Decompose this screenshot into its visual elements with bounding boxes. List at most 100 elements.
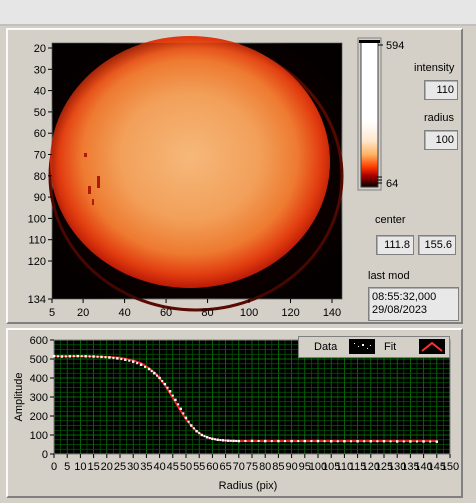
window-top-bar <box>0 0 476 26</box>
last-mod-time: 08:55:32,000 <box>372 291 437 303</box>
data-point <box>422 440 425 443</box>
data-point <box>182 412 185 415</box>
data-point <box>168 390 172 393</box>
data-point <box>211 437 214 440</box>
data-point <box>56 355 59 358</box>
chart-x-tick-label: 45 <box>167 461 179 473</box>
data-point <box>64 355 67 358</box>
data-point <box>244 439 247 442</box>
data-point <box>336 440 339 443</box>
data-point <box>356 440 359 443</box>
data-point <box>235 439 238 442</box>
chart-y-tick-label: 200 <box>30 411 48 423</box>
data-point <box>310 440 313 443</box>
legend-data-label: Data <box>314 341 338 353</box>
chart-x-tick-label: 15 <box>87 461 99 473</box>
center-x-value: 111.8 <box>384 239 410 251</box>
data-point <box>144 365 147 368</box>
data-point <box>155 374 158 377</box>
data-point <box>187 420 190 423</box>
image-y-tick-label: 134 <box>28 294 46 306</box>
colorbar-min-label: 64 <box>386 178 398 190</box>
data-point <box>92 355 95 358</box>
intensity-image-graph[interactable]: 20 30 40 50 60 70 80 90 100 110 120 134 5 20 40 60 80 10… <box>0 36 360 328</box>
image-y-tick-label: 120 <box>28 256 46 268</box>
image-y-tick-label: 40 <box>34 86 46 98</box>
data-point <box>435 440 438 443</box>
data-point <box>257 439 260 442</box>
data-point <box>72 355 75 358</box>
chart-y-tick-label: 500 <box>30 354 48 366</box>
data-point <box>84 355 87 358</box>
data-point <box>214 438 217 441</box>
data-point <box>316 439 320 443</box>
last-mod-label: last mod <box>368 270 410 282</box>
data-point <box>250 439 254 443</box>
chart-x-tick-label: 0 <box>51 461 57 473</box>
data-point <box>429 440 432 443</box>
data-point <box>88 355 91 358</box>
data-point <box>153 372 156 375</box>
data-point <box>237 439 240 443</box>
radius-field[interactable]: 100 <box>424 130 458 150</box>
data-point <box>290 439 293 443</box>
colorbar-max-marker[interactable] <box>359 40 380 43</box>
data-point <box>128 359 131 362</box>
center-x-field[interactable]: 111.8 <box>376 235 414 255</box>
last-mod-field: 08:55:32,000 29/08/2023 <box>368 287 459 321</box>
chart-y-label: Amplitude <box>13 373 25 422</box>
data-point <box>389 440 392 443</box>
data-point <box>60 355 64 358</box>
data-point <box>132 360 135 363</box>
data-point <box>177 403 180 406</box>
image-x-tick-label: 20 <box>77 307 89 319</box>
chart-x-tick-label: 60 <box>206 461 218 473</box>
chart-x-tick-label: 10 <box>74 461 86 473</box>
chart-x-tick-label: 85 <box>272 461 284 473</box>
image-x-tick-label: 5 <box>49 307 55 319</box>
colorbar: 594 64 <box>357 37 404 191</box>
image-x-tick-label: 100 <box>240 307 258 319</box>
image-vignette <box>52 43 342 299</box>
data-point <box>158 376 161 380</box>
data-point <box>166 386 169 389</box>
center-y-value: 155.6 <box>424 239 452 251</box>
data-point <box>124 358 127 361</box>
data-point <box>198 432 201 435</box>
image-y-tick-label: 110 <box>28 235 46 247</box>
image-y-tick-label: 70 <box>34 150 46 162</box>
data-point <box>96 355 99 358</box>
data-point <box>409 440 412 443</box>
chart-x-tick-label: 5 <box>64 461 70 473</box>
data-point <box>264 439 267 443</box>
data-point <box>350 440 352 443</box>
image-y-tick-label: 100 <box>28 213 46 225</box>
data-point <box>208 437 211 440</box>
image-y-axis: 20 30 40 50 60 70 80 90 100 110 120 134 <box>28 43 52 306</box>
chart-x-tick-label: 35 <box>140 461 152 473</box>
intensity-label: intensity <box>414 62 455 74</box>
intensity-value: 110 <box>436 84 454 96</box>
intensity-field[interactable]: 110 <box>424 80 458 100</box>
radius-value: 100 <box>435 134 454 146</box>
legend-fit-label: Fit <box>384 341 397 353</box>
data-point <box>205 436 209 439</box>
data-point <box>139 363 143 366</box>
legend-data-swatch <box>349 339 375 354</box>
image-y-tick-label: 50 <box>34 107 46 119</box>
chart-x-tick-label: 150 <box>441 461 459 473</box>
center-y-field[interactable]: 155.6 <box>418 235 456 255</box>
data-point <box>402 440 405 443</box>
data-point <box>150 370 153 373</box>
last-mod-date: 29/08/2023 <box>372 304 428 316</box>
chart-y-tick-label: 600 <box>30 335 48 347</box>
chart-legend[interactable]: Data Fit <box>298 336 450 358</box>
data-point <box>192 427 195 430</box>
data-point <box>174 398 177 402</box>
chart-x-tick-label: 70 <box>233 461 245 473</box>
data-point <box>80 355 83 358</box>
image-x-tick-label: 60 <box>160 307 172 319</box>
data-point <box>116 357 119 360</box>
data-point <box>195 430 198 433</box>
data-point <box>112 356 115 359</box>
